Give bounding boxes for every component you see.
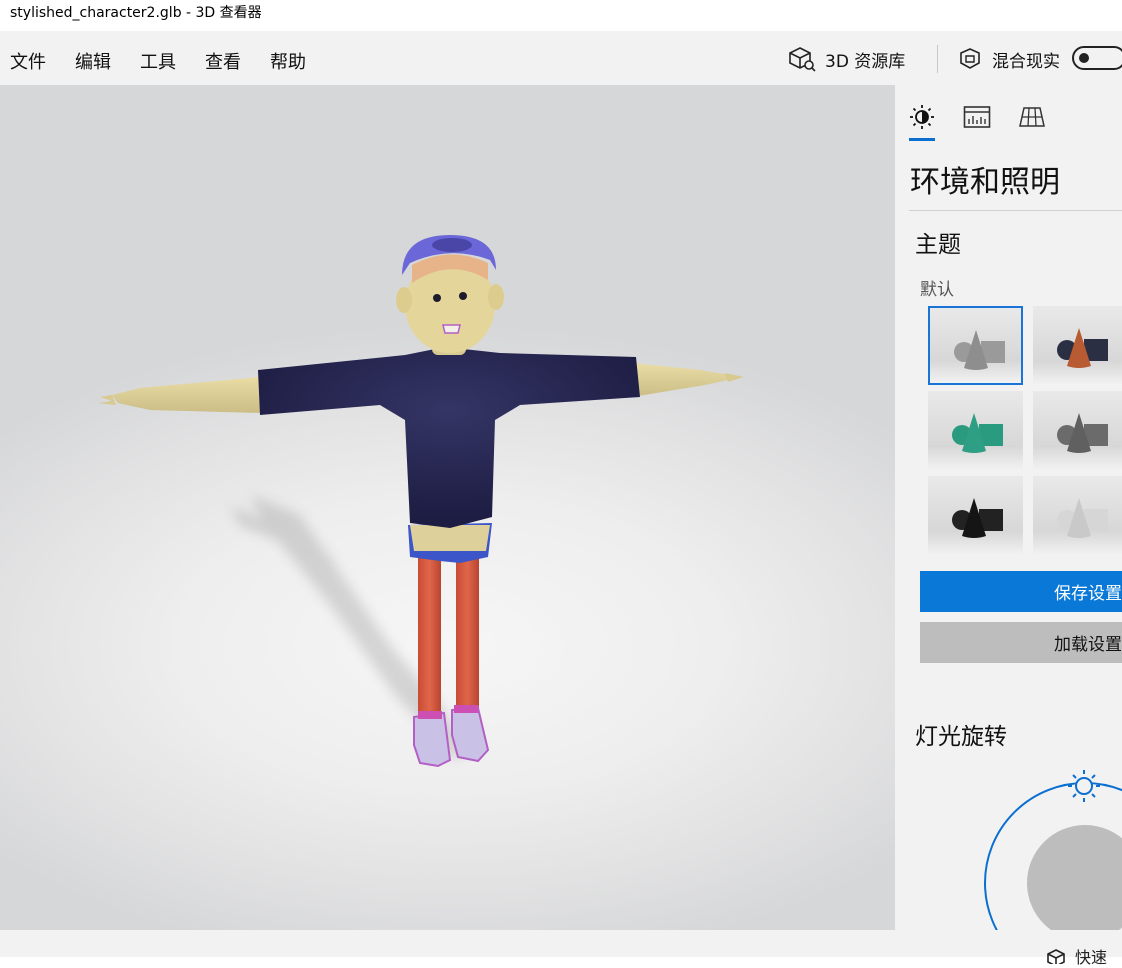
theme-preview-shapes [952,413,1003,453]
menu-tools[interactable]: 工具 [140,48,176,74]
theme-gray[interactable] [928,306,1023,385]
theme-preview-shapes [1057,413,1108,453]
theme-light[interactable] [1033,476,1122,555]
tab-grid[interactable] [1018,103,1046,131]
mixed-reality-label: 混合现实 [992,51,1060,72]
right-arm [632,363,744,397]
stats-chart-icon [963,106,991,128]
theme-group-label: 默认 [920,280,954,300]
panel-heading: 环境和照明 [910,165,1060,200]
theme-preview-shapes [1057,498,1108,538]
menu-edit[interactable]: 编辑 [75,48,111,74]
head [396,254,504,353]
theme-section-title: 主题 [915,232,961,258]
3d-model-character[interactable] [0,85,895,930]
panel-divider [909,210,1122,211]
quick-actions-label: 快速 [1075,948,1108,967]
status-bar: 快速 [0,930,1122,967]
sun-moon-icon [910,105,934,129]
active-tab-indicator [909,138,935,141]
load-settings-button[interactable]: 加载设置 [920,622,1122,663]
toggle-knob [1079,53,1089,63]
theme-black[interactable] [928,476,1023,555]
menu-help[interactable]: 帮助 [270,48,306,74]
light-rotation-control[interactable] [975,760,1122,930]
mixed-reality-button[interactable]: 混合现实 [957,43,1060,75]
legs [418,545,479,720]
menu-bar: 文件 编辑 工具 查看 帮助 3D 资源库 混合现实 [0,31,1122,85]
tab-lighting[interactable] [908,103,936,131]
quick-actions-item[interactable]: 快速 [1045,944,1107,968]
menu-view[interactable]: 查看 [205,48,241,74]
mixed-reality-icon [960,48,980,69]
cube-search-icon [789,47,816,72]
shirt [258,347,640,528]
theme-orange[interactable] [1033,306,1122,385]
mixed-reality-toggle[interactable] [1072,46,1122,70]
menu-separator [937,45,938,73]
theme-preview-shapes [954,330,1005,370]
grid-icon [1019,107,1045,127]
cube-icon [1047,949,1065,964]
light-rotation-title: 灯光旋转 [915,724,1007,750]
waist [408,523,492,563]
3d-viewport[interactable] [0,85,895,930]
theme-preview-shapes [1057,328,1108,368]
window-title: stylished_character2.glb - 3D 查看器 [0,0,1122,31]
theme-dark-gray[interactable] [1033,391,1122,470]
menu-file[interactable]: 文件 [10,48,46,74]
3d-library-label: 3D 资源库 [825,51,906,72]
save-settings-button[interactable]: 保存设置 [920,571,1122,612]
left-arm [98,377,262,413]
tab-stats[interactable] [963,103,991,131]
environment-panel: 环境和照明 主题 默认 保存设置 加载设置 灯光旋转 [895,85,1122,930]
theme-teal[interactable] [928,391,1023,470]
3d-library-button[interactable]: 3D 资源库 [788,43,905,75]
theme-preview-shapes [952,498,1003,538]
sun-handle-icon[interactable] [1068,770,1100,802]
